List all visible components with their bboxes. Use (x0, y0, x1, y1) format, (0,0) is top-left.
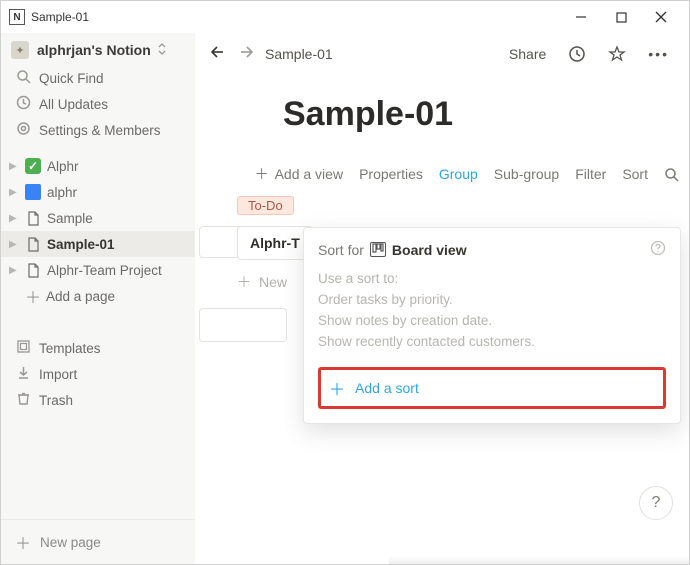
window-title: Sample-01 (31, 10, 89, 24)
gear-icon (15, 121, 31, 139)
help-icon[interactable] (650, 240, 666, 259)
search-icon (15, 69, 31, 87)
trash-icon (15, 391, 31, 409)
favorite-star-icon[interactable] (602, 41, 632, 67)
sidebar-add-page[interactable]: ▶ ＋ Add a page (1, 283, 195, 309)
collapse-triangle-icon[interactable]: ▶ (9, 239, 19, 250)
window-minimize-button[interactable] (561, 3, 601, 31)
document-icon (25, 236, 41, 252)
notion-app-icon: N (9, 9, 25, 25)
board-view-icon (370, 242, 386, 257)
board-new-label: New (259, 274, 287, 290)
status-tag-todo[interactable]: To-Do (237, 196, 294, 215)
sidebar-item-label: Add a page (46, 289, 115, 304)
clock-icon (15, 95, 31, 113)
sidebar-page-alphr2[interactable]: ▶ alphr (1, 179, 195, 205)
sort-button[interactable]: Sort (622, 166, 648, 182)
workspace-icon: ✦ (11, 41, 29, 59)
page-emoji-icon (25, 184, 41, 200)
add-view-label: Add a view (275, 166, 343, 182)
page-emoji-icon: ✓ (25, 158, 41, 174)
quick-find-label: Quick Find (39, 71, 104, 86)
share-button[interactable]: Share (503, 42, 552, 66)
filter-button[interactable]: Filter (575, 166, 606, 182)
add-sort-label: Add a sort (355, 380, 419, 396)
board-new-button[interactable]: ＋ New (237, 272, 287, 292)
sidebar: ✦ alphrjan's Notion Quick Find All Updat… (1, 33, 195, 564)
new-page-button[interactable]: ＋ New page (1, 520, 195, 564)
breadcrumb[interactable]: Sample-01 (265, 46, 333, 62)
nav-back-button[interactable] (209, 43, 227, 66)
sidebar-item-label: Alphr-Team Project (47, 263, 162, 278)
collapse-triangle-icon[interactable]: ▶ (9, 265, 19, 276)
workspace-switcher[interactable]: ✦ alphrjan's Notion (1, 33, 195, 65)
board-card-placeholder (199, 308, 287, 342)
sidebar-page-alphr-team[interactable]: ▶ Alphr-Team Project (1, 257, 195, 283)
settings-members-button[interactable]: Settings & Members (1, 117, 195, 143)
quick-find-button[interactable]: Quick Find (1, 65, 195, 91)
plus-icon: ＋ (329, 376, 345, 400)
sort-for-label: Sort for (318, 242, 364, 258)
templates-button[interactable]: Templates (1, 335, 195, 361)
sort-view-name: Board view (392, 242, 467, 258)
sidebar-item-label: Sample (47, 211, 93, 226)
sidebar-item-label: Sample-01 (47, 237, 115, 252)
subgroup-button[interactable]: Sub-group (494, 166, 559, 182)
plus-icon: ＋ (15, 530, 30, 554)
add-view-button[interactable]: ＋ Add a view (255, 164, 343, 184)
database-toolbar: ＋ Add a view Properties Group Sub-group … (195, 164, 689, 184)
bottom-gradient (389, 556, 689, 564)
new-page-label: New page (40, 535, 101, 550)
group-button[interactable]: Group (439, 166, 478, 182)
window-close-button[interactable] (641, 3, 681, 31)
document-icon (25, 262, 41, 278)
window-maximize-button[interactable] (601, 3, 641, 31)
sidebar-item-label: Alphr (47, 159, 79, 174)
workspace-name: alphrjan's Notion (37, 42, 151, 58)
chevron-up-down-icon (157, 42, 167, 59)
import-button[interactable]: Import (1, 361, 195, 387)
board-card[interactable]: Alphr-T (237, 226, 313, 260)
trash-button[interactable]: Trash (1, 387, 195, 413)
page-title[interactable]: Sample-01 (283, 95, 689, 134)
import-label: Import (39, 367, 77, 382)
sort-popover: Sort for Board view Use a sort to: Order… (303, 227, 681, 424)
updates-icon[interactable] (562, 41, 592, 67)
plus-icon: ＋ (237, 272, 251, 292)
all-updates-label: All Updates (39, 97, 108, 112)
download-icon (15, 365, 31, 383)
sidebar-page-sample01[interactable]: ▶ Sample-01 (1, 231, 195, 257)
collapse-triangle-icon[interactable]: ▶ (9, 187, 19, 198)
sidebar-page-sample[interactable]: ▶ Sample (1, 205, 195, 231)
sidebar-item-label: alphr (47, 185, 77, 200)
sidebar-page-alphr[interactable]: ▶ ✓ Alphr (1, 153, 195, 179)
sort-hint-text: Use a sort to: Order tasks by priority. … (318, 269, 666, 353)
plus-icon: ＋ (25, 284, 40, 308)
trash-label: Trash (39, 393, 73, 408)
properties-button[interactable]: Properties (359, 166, 423, 182)
more-menu-icon[interactable]: ••• (642, 42, 675, 66)
settings-label: Settings & Members (39, 123, 161, 138)
plus-icon: ＋ (255, 164, 269, 184)
add-sort-button[interactable]: ＋ Add a sort (318, 367, 666, 409)
nav-forward-button[interactable] (237, 43, 255, 66)
help-fab-button[interactable]: ? (639, 486, 673, 520)
document-icon (25, 210, 41, 226)
all-updates-button[interactable]: All Updates (1, 91, 195, 117)
templates-label: Templates (39, 341, 101, 356)
collapse-triangle-icon[interactable]: ▶ (9, 161, 19, 172)
collapse-triangle-icon[interactable]: ▶ (9, 213, 19, 224)
search-icon[interactable] (664, 167, 679, 182)
template-icon (15, 339, 31, 357)
